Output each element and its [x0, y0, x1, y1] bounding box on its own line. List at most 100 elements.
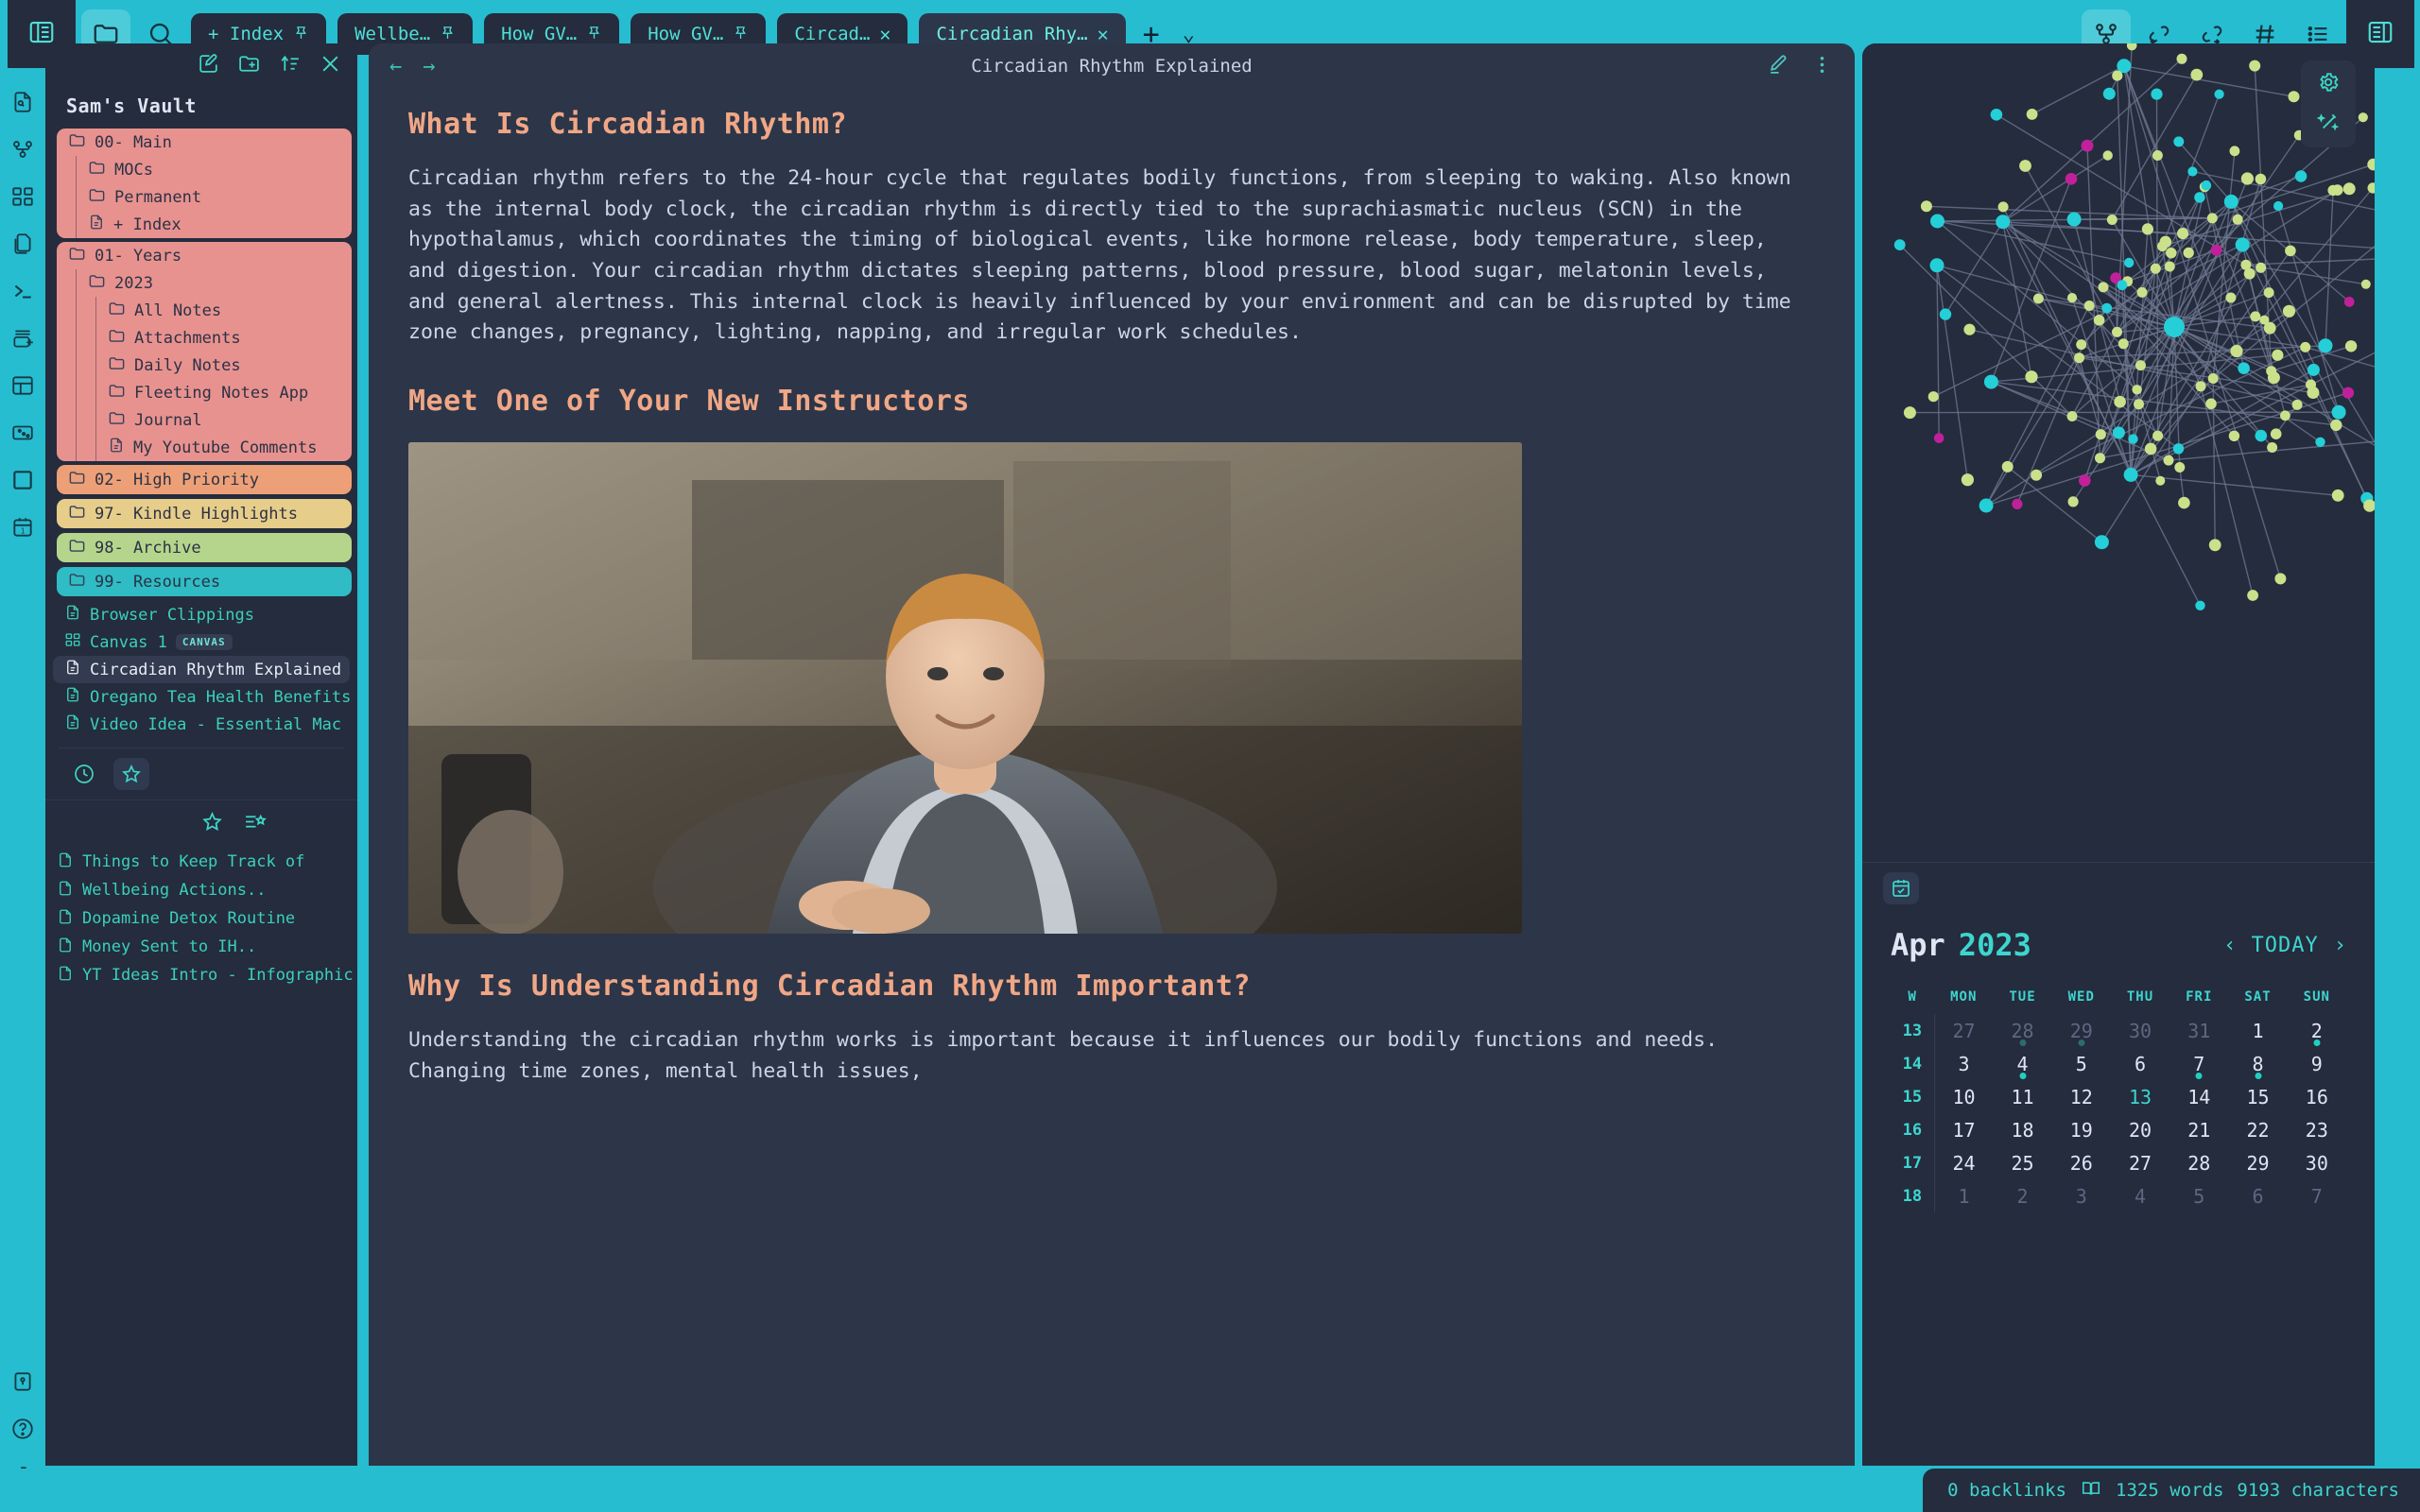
- square-icon[interactable]: [4, 461, 42, 499]
- calendar-day-cell[interactable]: 15: [2228, 1080, 2287, 1113]
- tree-folder-00-main[interactable]: 00- Main: [57, 129, 352, 156]
- pin-icon[interactable]: [440, 25, 456, 44]
- tree-folder-97-kindle-highlights[interactable]: 97- Kindle Highlights: [57, 499, 352, 528]
- calendar-day-cell[interactable]: 29: [2052, 1014, 2111, 1047]
- bookmark-item[interactable]: Things to Keep Track of: [45, 848, 357, 876]
- new-folder-icon[interactable]: [237, 52, 261, 79]
- calendar-day-cell[interactable]: 21: [2169, 1113, 2228, 1146]
- calendar-day-cell[interactable]: 29: [2228, 1146, 2287, 1179]
- tree-folder-attachments[interactable]: Attachments: [96, 324, 352, 352]
- tree-folder-journal[interactable]: Journal: [96, 406, 352, 434]
- calendar-day-cell[interactable]: 11: [1993, 1080, 2051, 1113]
- calendar-day-cell[interactable]: 2: [2288, 1014, 2346, 1047]
- bookmark-item[interactable]: Dopamine Detox Routine: [45, 904, 357, 933]
- tree-folder-01-years[interactable]: 01- Years: [57, 242, 352, 269]
- quick-switcher-icon[interactable]: [4, 83, 42, 121]
- calendar-day-cell[interactable]: 14: [2169, 1080, 2228, 1113]
- calendar-day-cell[interactable]: 5: [2052, 1047, 2111, 1080]
- random-note-icon[interactable]: [4, 414, 42, 452]
- note-body[interactable]: What Is Circadian Rhythm? Circadian rhyth…: [369, 89, 1855, 1087]
- pin-icon[interactable]: [293, 25, 309, 44]
- tree-file-index[interactable]: + Index: [77, 211, 352, 238]
- calendar-day-cell[interactable]: 17: [1934, 1113, 1993, 1146]
- calendar-day-cell[interactable]: 26: [2052, 1146, 2111, 1179]
- calendar-check-icon[interactable]: [1883, 872, 1919, 904]
- graph-settings-gear-icon[interactable]: [2316, 70, 2341, 98]
- calendar-week-number[interactable]: 16: [1891, 1113, 1935, 1146]
- calendar-day-cell[interactable]: 3: [2052, 1179, 2111, 1212]
- calendar-week-number[interactable]: 18: [1891, 1179, 1935, 1212]
- tree-file-oregano-tea-health-benefits[interactable]: Oregano Tea Health Benefits: [53, 683, 350, 711]
- calendar-day-cell[interactable]: 9: [2288, 1047, 2346, 1080]
- bookmark-icon[interactable]: [4, 1363, 42, 1400]
- tree-folder-permanent[interactable]: Permanent: [77, 183, 352, 211]
- character-count[interactable]: 9193 characters: [2237, 1480, 2399, 1501]
- calendar-day-cell[interactable]: 5: [2169, 1179, 2228, 1212]
- tab-list-caret-icon[interactable]: ⌄: [1177, 23, 1201, 46]
- word-count[interactable]: 1325 words: [2116, 1480, 2223, 1501]
- calendar-next-button[interactable]: ›: [2334, 934, 2346, 957]
- calendar-day-cell[interactable]: 4: [1993, 1047, 2051, 1080]
- calendar-day-cell[interactable]: 6: [2111, 1047, 2169, 1080]
- calendar-day-cell[interactable]: 30: [2111, 1014, 2169, 1047]
- canvas-icon[interactable]: [4, 178, 42, 215]
- tree-folder-all-notes[interactable]: All Notes: [96, 297, 352, 324]
- calendar-day-cell[interactable]: 4: [2111, 1179, 2169, 1212]
- calendar-day-cell[interactable]: 1: [1934, 1179, 1993, 1212]
- calendar-prev-button[interactable]: ‹: [2223, 934, 2236, 957]
- tree-file-circadian-rhythm-explained[interactable]: Circadian Rhythm Explained: [53, 656, 350, 683]
- bookmark-item[interactable]: Money Sent to IH..: [45, 933, 357, 961]
- add-bookmark-icon[interactable]: [200, 810, 224, 837]
- new-card-icon[interactable]: [4, 319, 42, 357]
- calendar-day-cell[interactable]: 19: [2052, 1113, 2111, 1146]
- calendar-day-cell[interactable]: 2: [1993, 1179, 2051, 1212]
- calendar-day-cell[interactable]: 28: [1993, 1014, 2051, 1047]
- calendar-day-cell[interactable]: 31: [2169, 1014, 2228, 1047]
- calendar-week-number[interactable]: 13: [1891, 1014, 1935, 1047]
- calendar-day-cell[interactable]: 18: [1993, 1113, 2051, 1146]
- tree-folder-2023[interactable]: 2023: [77, 269, 352, 297]
- tree-folder-02-high-priority[interactable]: 02- High Priority: [57, 465, 352, 494]
- calendar-day-cell[interactable]: 3: [1934, 1047, 1993, 1080]
- calendar-day-cell[interactable]: 27: [1934, 1014, 1993, 1047]
- calendar-day-cell[interactable]: 8: [2228, 1047, 2287, 1080]
- layout-icon[interactable]: [4, 367, 42, 404]
- calendar-day-cell[interactable]: 6: [2228, 1179, 2287, 1212]
- tree-file-my-youtube-comments[interactable]: My Youtube Comments: [96, 434, 352, 461]
- sort-icon[interactable]: [278, 52, 302, 79]
- calendar-day-cell[interactable]: 7: [2169, 1047, 2228, 1080]
- calendar-week-number[interactable]: 17: [1891, 1146, 1935, 1179]
- edit-pencil-icon[interactable]: [1766, 53, 1789, 80]
- calendar-week-number[interactable]: 14: [1891, 1047, 1935, 1080]
- calendar-day-cell[interactable]: 23: [2288, 1113, 2346, 1146]
- help-icon[interactable]: [4, 1410, 42, 1448]
- new-note-icon[interactable]: [197, 52, 220, 79]
- nav-back-button[interactable]: ←: [389, 55, 402, 78]
- calendar-day-cell[interactable]: 27: [2111, 1146, 2169, 1179]
- calendar-day-cell[interactable]: 20: [2111, 1113, 2169, 1146]
- calendar-day-cell[interactable]: 16: [2288, 1080, 2346, 1113]
- calendar-day-cell[interactable]: 1: [2228, 1014, 2287, 1047]
- bookmarks-tab[interactable]: [113, 758, 149, 790]
- calendar-today-button[interactable]: TODAY: [2252, 934, 2319, 957]
- calendar-week-number[interactable]: 15: [1891, 1080, 1935, 1113]
- graph-canvas[interactable]: [1862, 43, 2375, 862]
- close-icon[interactable]: ✕: [879, 25, 890, 43]
- tree-folder-98-archive[interactable]: 98- Archive: [57, 533, 352, 562]
- nav-forward-button[interactable]: →: [423, 55, 435, 78]
- recent-files-tab[interactable]: [66, 758, 102, 790]
- more-options-icon[interactable]: [1810, 53, 1834, 80]
- tree-folder-99-resources[interactable]: 99- Resources: [57, 567, 352, 596]
- tree-folder-fleeting-notes-app[interactable]: Fleeting Notes App: [96, 379, 352, 406]
- copy-files-icon[interactable]: [4, 225, 42, 263]
- backlinks-count[interactable]: 0 backlinks: [1947, 1480, 2066, 1501]
- graph-view-icon[interactable]: [4, 130, 42, 168]
- pin-icon[interactable]: [733, 25, 749, 44]
- tree-file-video-idea-essential-mac-a[interactable]: Video Idea - Essential Mac A…: [53, 711, 350, 738]
- calendar-day-cell[interactable]: 12: [2052, 1080, 2111, 1113]
- collapse-all-icon[interactable]: [319, 52, 342, 79]
- tree-folder-mocs[interactable]: MOCs: [77, 156, 352, 183]
- graph-restore-wand-icon[interactable]: [2316, 110, 2341, 138]
- close-icon[interactable]: ✕: [1098, 25, 1109, 43]
- bookmark-item[interactable]: YT Ideas Intro - Infographic: [45, 961, 357, 989]
